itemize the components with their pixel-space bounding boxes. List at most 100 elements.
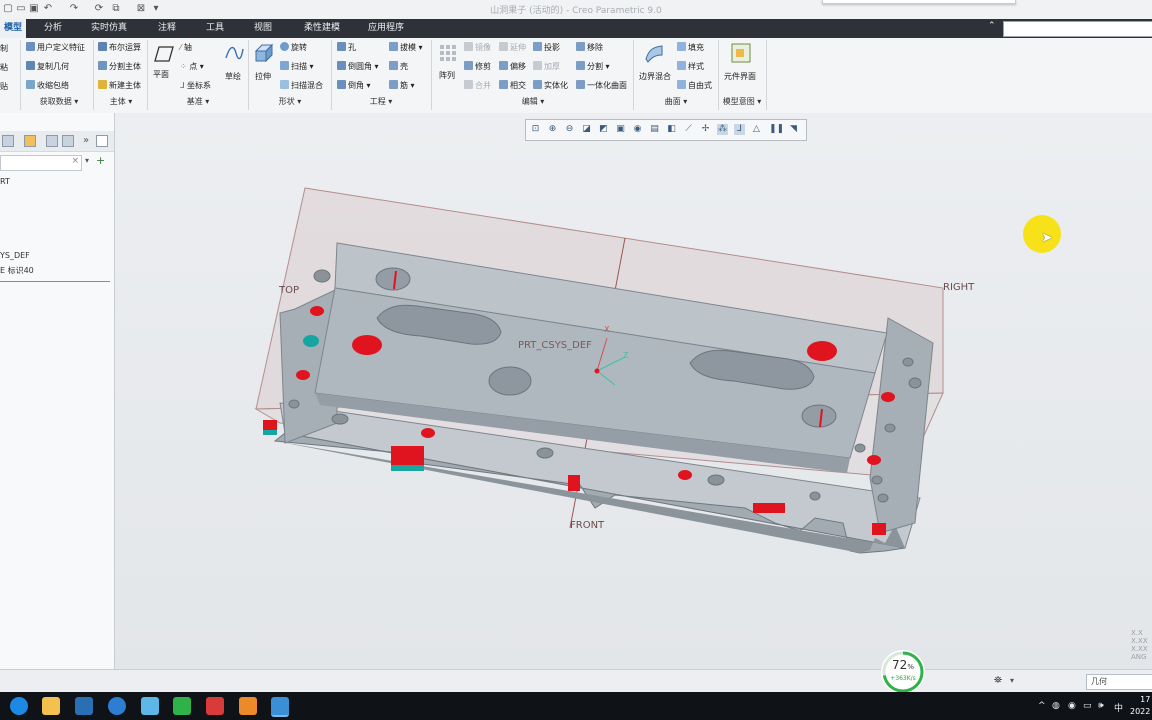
datum-label-right[interactable]: RIGHT: [943, 282, 974, 293]
tab-tools[interactable]: 工具: [198, 19, 232, 38]
volume-icon[interactable]: 🕪: [1098, 701, 1104, 711]
model-tree-icon[interactable]: [2, 135, 14, 147]
merge-button[interactable]: 合并: [464, 79, 491, 93]
network-icon[interactable]: ▭: [1083, 701, 1092, 711]
tray-app-icon[interactable]: ◍: [1052, 701, 1060, 711]
group-label-shapes[interactable]: 形状 ▾: [252, 96, 328, 108]
group-label-get-data[interactable]: 获取数据 ▾: [24, 96, 94, 108]
tray-security-icon[interactable]: ◉: [1068, 701, 1076, 711]
orange-app-icon[interactable]: [239, 697, 257, 715]
tree-item-part[interactable]: RT: [0, 177, 10, 186]
clipboard-paste-special-item[interactable]: 贴: [0, 80, 8, 94]
tab-flexible-modeling[interactable]: 柔性建模: [298, 19, 346, 38]
find-icon[interactable]: ⛯: [994, 675, 1002, 686]
tree-search-input[interactable]: ×: [0, 155, 82, 171]
offset-button[interactable]: 偏移: [499, 60, 526, 74]
tree-item-insert-here[interactable]: E 标识40: [0, 265, 34, 276]
k-app-icon[interactable]: [108, 697, 126, 715]
group-label-surfaces[interactable]: 曲面 ▾: [636, 96, 716, 108]
tab-analysis[interactable]: 分析: [36, 19, 70, 38]
shell-button[interactable]: 壳: [389, 60, 408, 74]
ime-indicator[interactable]: 中: [1114, 701, 1123, 714]
datum-label-top[interactable]: TOP: [279, 285, 299, 296]
tray-expand-icon[interactable]: ^: [1038, 701, 1046, 711]
udf-button[interactable]: 用户定义特征: [26, 41, 85, 55]
clock[interactable]: 17 2022: [1130, 694, 1150, 718]
revolve-button[interactable]: 旋转: [280, 41, 307, 55]
split-button[interactable]: 分割 ▾: [576, 60, 610, 74]
tab-model[interactable]: 模型: [0, 19, 26, 38]
tab-annotate[interactable]: 注释: [150, 19, 184, 38]
group-label-editing[interactable]: 编辑 ▾: [435, 96, 631, 108]
folder-browser-icon[interactable]: [24, 135, 36, 147]
new-body-button[interactable]: 新建主体: [98, 79, 141, 93]
extrude-button[interactable]: 拉伸: [255, 70, 271, 84]
more-chevron-icon[interactable]: »: [83, 135, 89, 146]
active-window-icon[interactable]: [271, 697, 289, 717]
axis-button[interactable]: ⁄ 轴: [180, 41, 192, 55]
extend-button[interactable]: 延伸: [499, 41, 526, 55]
trim-button[interactable]: 修剪: [464, 60, 491, 74]
style-button[interactable]: 样式: [677, 60, 704, 74]
find-dropdown-icon[interactable]: ▾: [1010, 676, 1014, 685]
add-item-icon[interactable]: +: [96, 154, 105, 167]
tab-live-simulation[interactable]: 实时仿真: [86, 19, 132, 38]
part-model[interactable]: [115, 113, 1152, 669]
tree-dropdown-icon[interactable]: ▾: [85, 156, 89, 165]
help-search-input[interactable]: [1003, 21, 1152, 37]
bore-right-bottom: [801, 404, 837, 428]
group-label-datum[interactable]: 基准 ▾: [150, 96, 246, 108]
sweep-button[interactable]: 扫描 ▾: [280, 60, 314, 74]
collapse-ribbon-icon[interactable]: ⌃: [988, 21, 996, 31]
solidify-button[interactable]: 实体化: [533, 79, 568, 93]
datum-label-front[interactable]: FRONT: [570, 520, 604, 531]
group-label-model-intent[interactable]: 模型意图 ▾: [720, 96, 764, 108]
chamfer-button[interactable]: 倒角 ▾: [337, 79, 371, 93]
boundary-blend-icon: [644, 43, 664, 63]
pattern-button[interactable]: 阵列: [439, 69, 455, 83]
project-button[interactable]: 投影: [533, 41, 560, 55]
creo-icon[interactable]: [141, 697, 159, 715]
split-body-button[interactable]: 分割主体: [98, 60, 141, 74]
selection-filter-select[interactable]: 几何: [1086, 674, 1152, 690]
file-explorer-icon[interactable]: [42, 697, 60, 715]
freestyle-button[interactable]: 自由式: [677, 79, 712, 93]
sketch-button[interactable]: 草绘: [225, 70, 241, 84]
swept-blend-button[interactable]: 扫描混合: [280, 79, 323, 93]
tab-view[interactable]: 视图: [246, 19, 280, 38]
tree-item-csys[interactable]: YS_DEF: [0, 251, 30, 260]
screen-recorder-icon[interactable]: [75, 697, 93, 715]
tree-settings-icon[interactable]: [46, 135, 58, 147]
round-button[interactable]: 倒圆角 ▾: [337, 60, 379, 74]
intersect-button[interactable]: 相交: [499, 79, 526, 93]
browser-icon[interactable]: [10, 697, 28, 715]
clipboard-copy-item[interactable]: 制: [0, 42, 8, 56]
plane-button[interactable]: 平面: [153, 68, 169, 82]
fill-button[interactable]: 填充: [677, 41, 704, 55]
boundary-blend-button[interactable]: 边界混合: [639, 70, 671, 84]
clipboard-paste-item[interactable]: 粘: [0, 61, 8, 75]
wechat-icon[interactable]: [173, 697, 191, 715]
wps-icon[interactable]: [206, 697, 224, 715]
copy-geometry-button[interactable]: 复制几何: [26, 60, 69, 74]
boolean-operation-button[interactable]: 布尔运算: [98, 41, 141, 55]
group-label-body[interactable]: 主体 ▾: [96, 96, 146, 108]
rib-button[interactable]: 筋 ▾: [389, 79, 415, 93]
show-icon[interactable]: [96, 135, 108, 147]
remove-button[interactable]: 移除: [576, 41, 603, 55]
shrinkwrap-button[interactable]: 收缩包络: [26, 79, 69, 93]
hole-button[interactable]: 孔: [337, 41, 356, 55]
draft-button[interactable]: 拔模 ▾: [389, 41, 423, 55]
tree-filters-icon[interactable]: [62, 135, 74, 147]
group-label-engineering[interactable]: 工程 ▾: [335, 96, 427, 108]
point-button[interactable]: ⁘ 点 ▾: [180, 60, 204, 74]
component-interface-button[interactable]: 元件界面: [724, 70, 756, 84]
tab-applications[interactable]: 应用程序: [362, 19, 410, 38]
csys-button[interactable]: ⅃ 坐标系: [180, 79, 211, 93]
thicken-button[interactable]: 加厚: [533, 60, 560, 74]
unify-surface-button[interactable]: 一体化曲面: [576, 79, 627, 93]
csys-label[interactable]: PRT_CSYS_DEF: [518, 340, 592, 351]
mirror-button[interactable]: 镜像: [464, 41, 491, 55]
clear-search-icon[interactable]: ×: [71, 156, 79, 166]
graphics-window[interactable]: ⊡ ⊕ ⊖ ◪ ◩ ▣ ◉ ▤ ◧ ⟋ ✢ ⁂ ⅃ △ ❚❚ ◥ TOP RIG…: [115, 113, 1152, 669]
